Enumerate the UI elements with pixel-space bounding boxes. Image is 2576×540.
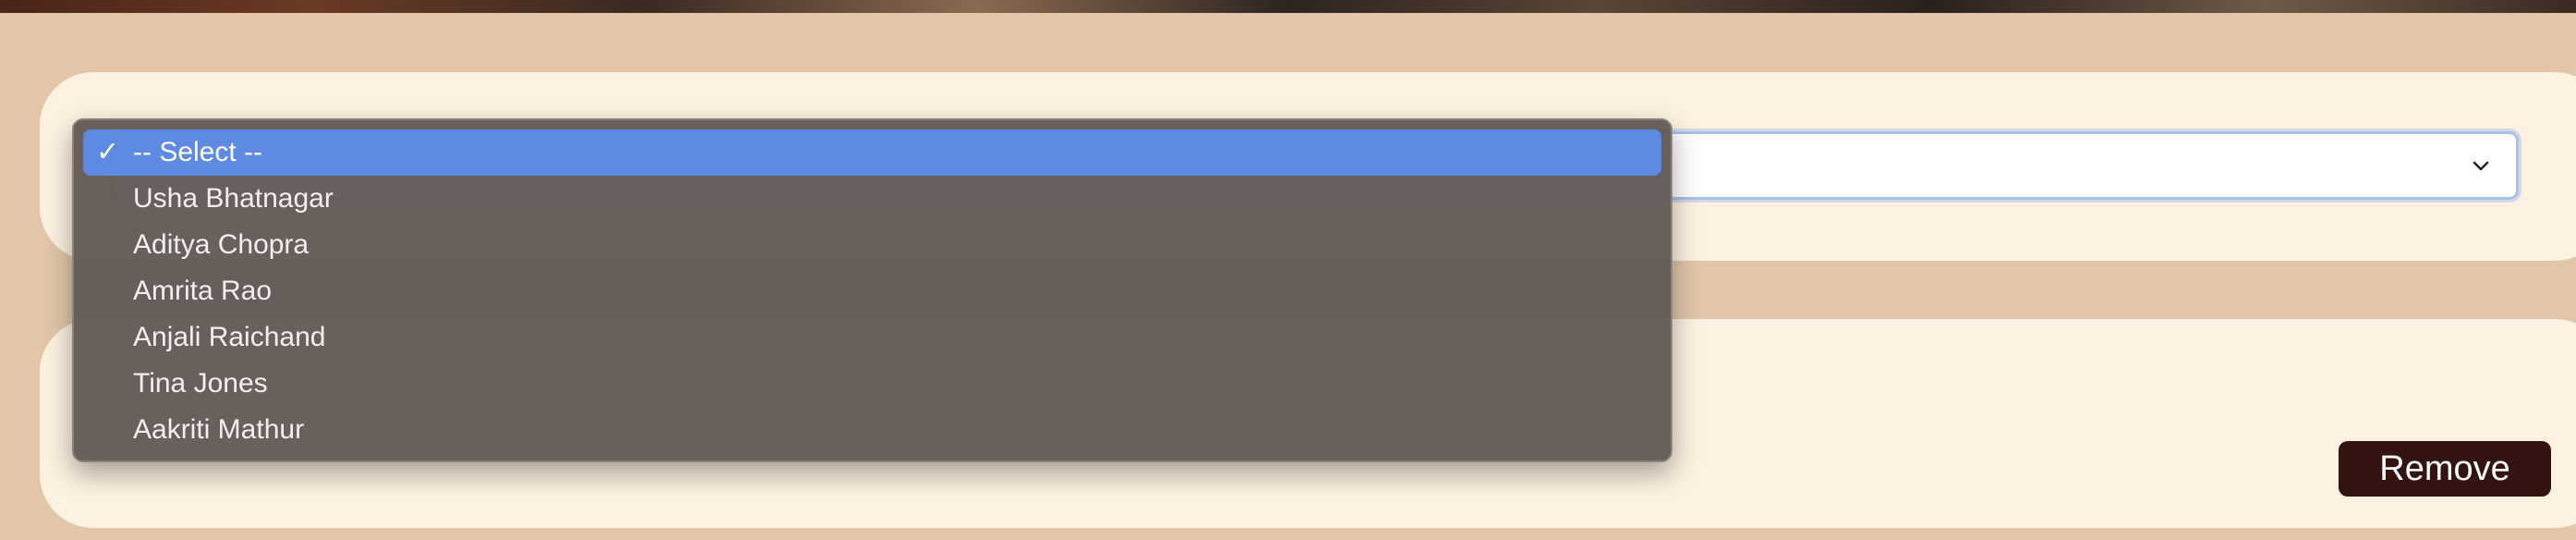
option-label: Aditya Chopra	[133, 229, 310, 260]
select-option[interactable]: Tina Jones	[83, 361, 1661, 407]
select-option[interactable]: Amrita Rao	[83, 268, 1661, 314]
option-label: Aakriti Mathur	[133, 414, 305, 445]
option-label: Usha Bhatnagar	[133, 183, 334, 214]
option-label: -- Select --	[133, 137, 263, 167]
checkmark-icon: ✓	[96, 136, 120, 168]
select-dropdown-menu: ✓ -- Select -- Usha Bhatnagar Aditya Cho…	[72, 118, 1672, 462]
select-option[interactable]: Aakriti Mathur	[83, 407, 1661, 453]
select-option[interactable]: Aditya Chopra	[83, 222, 1661, 268]
chevron-down-icon	[2473, 161, 2489, 171]
select-option-placeholder[interactable]: ✓ -- Select --	[83, 129, 1661, 176]
remove-button[interactable]: Remove	[2339, 441, 2551, 497]
select-option[interactable]: Anjali Raichand	[83, 314, 1661, 361]
option-label: Tina Jones	[133, 368, 268, 399]
select-option[interactable]: Usha Bhatnagar	[83, 176, 1661, 222]
option-label: Amrita Rao	[133, 276, 273, 306]
header-banner-image	[0, 0, 2576, 13]
option-label: Anjali Raichand	[133, 322, 326, 352]
